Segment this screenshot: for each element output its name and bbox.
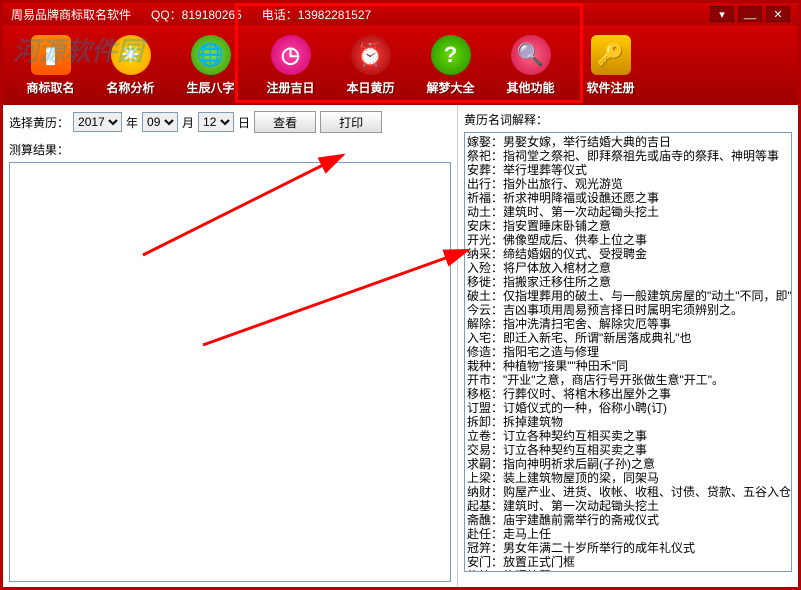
toolbar-item-5[interactable]: ? 解梦大全 [413,29,488,101]
explain-line: 修坟：修理坟墓 [467,569,789,572]
clock1-icon: ◷ [271,35,311,75]
chart-icon: ▮ [31,35,71,75]
explain-line: 斋醮：庙宇建醮前需举行的斋戒仪式 [467,513,789,527]
sun-icon: ☀ [111,35,151,75]
explain-line: 嫁娶：男娶女嫁，举行结婚大典的吉日 [467,135,789,149]
print-button[interactable]: 打印 [320,111,382,133]
search-icon: 🔍 [511,35,551,75]
explain-line: 安床：指安置睡床卧铺之意 [467,219,789,233]
explain-line: 交易：订立各种契约互相买卖之事 [467,443,789,457]
titlebar: 周易品牌商标取名软件 QQ：819180265 电话：13982281527 ▾… [3,3,798,25]
explain-line: 赴任：走马上任 [467,527,789,541]
toolbar-item-7[interactable]: 🔑 软件注册 [573,29,648,101]
explain-line: 破土：仅指埋葬用的破土、与一般建筑房屋的"动土"不同，即"破土"属阴宅，"动土"… [467,289,789,303]
explain-line: 栽种：种植物"接果""种田禾"同 [467,359,789,373]
toolbar-item-6[interactable]: 🔍 其他功能 [493,29,568,101]
explain-line: 求嗣：指向神明祈求后嗣(子孙)之意 [467,457,789,471]
explain-line: 修造：指阳宅之造与修理 [467,345,789,359]
year-unit: 年 [126,114,138,131]
close-button[interactable]: ✕ [766,6,790,22]
toolbar-item-2[interactable]: 🌐 生辰八字 [173,29,248,101]
toolbar-label: 其他功能 [506,79,554,96]
explain-line: 入宅：即迁入新宅、所谓"新居落成典礼"也 [467,331,789,345]
toolbar: ▮ 商标取名 ☀ 名称分析 🌐 生辰八字 ◷ 注册吉日 ⏰ 本日黄历? 解梦大全 🔍 其他功能 🔑 软件注册 [3,25,798,105]
toolbar-label: 软件注册 [586,79,634,96]
explain-line: 上梁：装上建筑物屋顶的梁，同架马 [467,471,789,485]
explain-box[interactable]: 嫁娶：男娶女嫁，举行结婚大典的吉日祭祀：指祠堂之祭祀、即拜祭祖先或庙寺的祭拜、神… [464,132,792,572]
year-select[interactable]: 2017 [73,112,122,132]
toolbar-item-4[interactable]: ⏰ 本日黄历 [333,29,408,101]
view-button[interactable]: 查看 [254,111,316,133]
explain-line: 移柩：行葬仪时、将棺木移出屋外之事 [467,387,789,401]
clock2-icon: ⏰ [351,35,391,75]
key-icon: 🔑 [591,35,631,75]
toolbar-label: 解梦大全 [426,79,474,96]
explain-line: 起基：建筑时、第一次动起锄头挖土 [467,499,789,513]
toolbar-label: 注册吉日 [266,79,314,96]
explain-label: 黄历名词解释： [464,111,792,128]
explain-line: 祭祀：指祠堂之祭祀、即拜祭祖先或庙寺的祭拜、神明等事 [467,149,789,163]
explain-line: 开市："开业"之意，商店行号开张做生意"开工"。 [467,373,789,387]
explain-line: 立卷：订立各种契约互相买卖之事 [467,429,789,443]
month-select[interactable]: 09 [142,112,178,132]
explain-line: 入殓：将尸体放入棺材之意 [467,261,789,275]
toolbar-label: 商标取名 [26,79,74,96]
explain-line: 拆卸：拆掉建筑物 [467,415,789,429]
globe-icon: 🌐 [191,35,231,75]
day-unit: 日 [238,114,250,131]
qq-label: QQ：819180265 [151,6,242,23]
explain-line: 纳采：缔结婚姻的仪式、受授聘金 [467,247,789,261]
app-title: 周易品牌商标取名软件 [11,6,131,23]
explain-line: 出行：指外出旅行、观光游览 [467,177,789,191]
result-label: 测算结果： [9,141,451,158]
dropdown-button[interactable]: ▾ [710,6,734,22]
toolbar-label: 生辰八字 [186,79,234,96]
phone-label: 电话：13982281527 [262,6,371,23]
left-panel: 选择黄历： 2017 年 09 月 12 日 查看 打印 测算结果： [3,105,458,587]
toolbar-label: 名称分析 [106,79,154,96]
day-select[interactable]: 12 [198,112,234,132]
toolbar-label: 本日黄历 [346,79,394,96]
explain-line: 动土：建筑时、第一次动起锄头挖土 [467,205,789,219]
explain-line: 开光：佛像塑成后、供奉上位之事 [467,233,789,247]
toolbar-item-3[interactable]: ◷ 注册吉日 [253,29,328,101]
explain-line: 移徙：指搬家迁移住所之意 [467,275,789,289]
explain-line: 冠笄：男女年满二十岁所举行的成年礼仪式 [467,541,789,555]
question-icon: ? [431,35,471,75]
toolbar-item-0[interactable]: ▮ 商标取名 [13,29,88,101]
explain-line: 订盟：订婚仪式的一种，俗称小聘(订) [467,401,789,415]
explain-line: 纳财：购屋产业、进货、收帐、收租、讨债、贷款、五谷入仓等 [467,485,789,499]
minimize-button[interactable]: __ [738,6,762,22]
query-row: 选择黄历： 2017 年 09 月 12 日 查看 打印 [9,111,451,133]
result-box [9,162,451,582]
explain-line: 安门：放置正式门框 [467,555,789,569]
toolbar-item-1[interactable]: ☀ 名称分析 [93,29,168,101]
calendar-label: 选择黄历： [9,114,69,131]
right-panel: 黄历名词解释： 嫁娶：男娶女嫁，举行结婚大典的吉日祭祀：指祠堂之祭祀、即拜祭祖先… [458,105,798,587]
explain-line: 祈福：祈求神明降福或设醮还愿之事 [467,191,789,205]
explain-line: 解除：指冲洗清扫宅舍、解除灾厄等事 [467,317,789,331]
explain-line: 安葬：举行埋葬等仪式 [467,163,789,177]
explain-line: 今云：吉凶事项用周易预言择日时属明宅须辨别之。 [467,303,789,317]
month-unit: 月 [182,114,194,131]
